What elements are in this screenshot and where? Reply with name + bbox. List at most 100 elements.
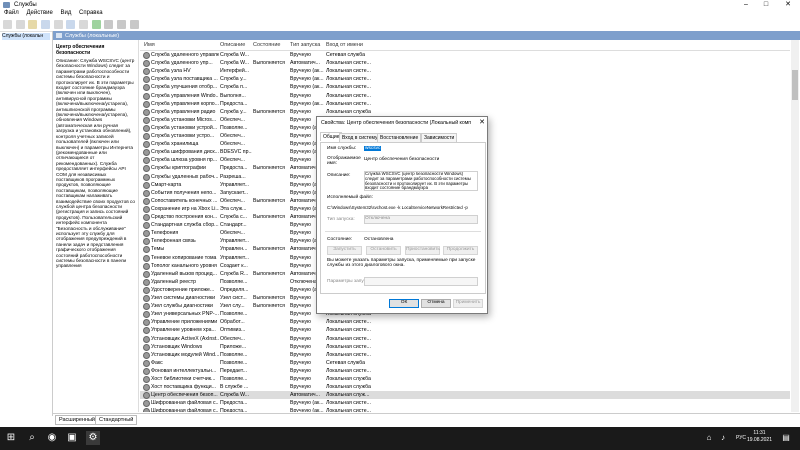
tab-logon[interactable]: Вход в систему — [339, 133, 381, 142]
tab-recovery[interactable]: Восстановление — [377, 133, 422, 142]
apply-button[interactable]: Применить — [453, 299, 483, 308]
help-icon[interactable] — [79, 20, 89, 29]
table-row[interactable]: Служба узла HV Интерфей... Вручную (ак... Л… — [140, 67, 790, 76]
minimize-button[interactable]: – — [738, 0, 754, 10]
service-gear-icon — [143, 335, 150, 343]
stop-service-icon[interactable] — [104, 20, 114, 29]
table-row[interactable]: Фоновая интеллектуальн... Передает... Вруч… — [140, 367, 790, 375]
description-box[interactable]: Служба WSCSVC (центр безопасности Window… — [364, 171, 478, 191]
table-row[interactable]: Установщик Windows Приложе... Вручную Локал… — [140, 343, 790, 351]
console-tree-icon[interactable] — [28, 20, 38, 29]
table-row[interactable]: Шифрованная файловая с... Предоста... Вруч… — [140, 407, 790, 412]
resume-button[interactable]: Продолжить — [443, 246, 478, 255]
search-icon[interactable]: ⌕ — [25, 431, 39, 445]
clock[interactable]: 11:31 19.08.2021 — [747, 430, 772, 444]
table-row[interactable]: Служба узла поставщика ... Служба у... Вру… — [140, 75, 790, 84]
service-name-value[interactable]: wscsvc — [364, 146, 382, 151]
cancel-button[interactable]: Отмена — [421, 299, 451, 308]
start-button[interactable]: Запустить — [327, 246, 362, 255]
status-label: Состояние: — [327, 237, 353, 242]
cell-name: Удаленный реестр — [151, 278, 197, 285]
table-row[interactable]: Установщик ActiveX (AxInst... Обеспеч... В… — [140, 335, 790, 343]
service-gear-icon — [143, 359, 150, 367]
export-icon[interactable] — [66, 20, 76, 29]
cell-logon: Локальная систе... — [326, 76, 371, 83]
startup-type-select[interactable]: Отключена — [364, 215, 478, 224]
table-row[interactable]: Управление уровнем хра... Оптимиз... Вручн… — [140, 326, 790, 335]
scrollbar-thumb[interactable] — [792, 70, 798, 100]
properties-icon[interactable] — [41, 20, 51, 29]
tab-dependencies[interactable]: Зависимости — [421, 133, 458, 142]
tab-extended[interactable]: Расширенный — [55, 415, 99, 425]
cell-startup: Вручную — [290, 343, 311, 350]
table-row[interactable]: Хост библиотеки счетчик... Позволяе... Вру… — [140, 375, 790, 383]
cell-name: Служба узла поставщика ... — [151, 76, 218, 83]
menu-file[interactable]: Файл — [4, 10, 19, 16]
col-logon-as[interactable]: Вход от имени — [326, 42, 363, 48]
tree-item-services-local[interactable]: Службы (локальн — [2, 33, 50, 40]
table-row[interactable]: Служба улучшения отобр... Служба п... Вруч… — [140, 83, 790, 92]
cell-logon: Локальная систе... — [326, 92, 371, 99]
cell-name: Установщик Windows — [151, 343, 203, 350]
refresh-icon[interactable] — [53, 20, 63, 29]
table-row[interactable]: Установщик модулей Wind... Позволяе... Вру… — [140, 351, 790, 359]
cell-status: Выполняется — [253, 270, 285, 277]
table-row[interactable]: Управление приложениями Обработ... Вручную… — [140, 318, 790, 327]
cell-startup: Автоматич... — [290, 392, 320, 399]
service-gear-icon — [143, 68, 150, 76]
start-service-icon[interactable] — [91, 20, 101, 29]
dialog-close-icon[interactable]: ✕ — [479, 118, 485, 126]
cell-startup: Вручную (ак... — [290, 76, 324, 83]
table-row[interactable]: Центр обеспечения безоп... Служба W... Авт… — [140, 391, 790, 400]
services-taskbar-icon[interactable]: ⚙ — [86, 431, 100, 445]
menu-action[interactable]: Действие — [26, 10, 52, 16]
language-indicator[interactable]: РУС — [736, 435, 746, 441]
col-startup-type[interactable]: Тип запуска — [290, 42, 320, 48]
params-input[interactable] — [364, 277, 478, 286]
table-row[interactable]: Служба удаленного упр... Служба W... Выпол… — [140, 59, 790, 68]
ok-button[interactable]: ОК — [389, 299, 419, 308]
service-gear-icon — [143, 246, 150, 254]
menu-help[interactable]: Справка — [79, 10, 103, 16]
table-row[interactable]: Служба удаленного управле... Служба W... В… — [140, 51, 790, 59]
col-status[interactable]: Состояние — [253, 42, 280, 48]
table-row[interactable]: Факс Позволяе... Вручную Сетевая служба — [140, 359, 790, 367]
pause-button[interactable]: Приостановить — [405, 246, 440, 255]
table-row[interactable]: Шифрованная файловая с... Предоста... Вруч… — [140, 399, 790, 408]
maximize-button[interactable]: □ — [758, 0, 774, 10]
task-view-icon[interactable]: ▣ — [65, 431, 79, 445]
notifications-icon[interactable]: ▤ — [779, 431, 793, 445]
service-gear-icon — [143, 367, 150, 375]
col-name[interactable]: Имя — [144, 42, 155, 48]
stop-button[interactable]: Остановить — [366, 246, 401, 255]
cell-description: Служба W... — [220, 392, 250, 399]
back-icon[interactable] — [3, 20, 12, 29]
col-description[interactable]: Описание — [220, 42, 245, 48]
clock-date: 19.08.2021 — [746, 437, 772, 443]
cell-description: Интерфей... — [220, 68, 250, 75]
table-row[interactable]: Служба управления радио Служба у... Выполн… — [140, 108, 790, 116]
chrome-icon[interactable]: ◉ — [45, 431, 59, 445]
table-row[interactable]: Хост поставщика функци... В службе ... Вру… — [140, 383, 790, 392]
cell-startup: Вручную — [290, 367, 311, 374]
cell-name: Стандартная служба сбор... — [151, 222, 219, 229]
menu-view[interactable]: Вид — [61, 10, 72, 16]
windows-start-icon[interactable]: ⊞ — [4, 431, 18, 445]
network-icon[interactable]: ⌂ — [702, 431, 716, 445]
table-row[interactable]: Служба управления Windo... Выполня... Вруч… — [140, 92, 790, 100]
cell-name: Установщик ActiveX (AxInst... — [151, 335, 219, 342]
cell-status: Выполняется — [253, 214, 285, 220]
volume-icon[interactable]: ♪ — [716, 431, 730, 445]
restart-service-icon[interactable] — [129, 20, 139, 29]
forward-icon[interactable] — [15, 20, 25, 29]
cell-name: Служба улучшения отобр... — [151, 84, 218, 91]
panel-header: Службы (локальные) — [53, 31, 800, 40]
cell-description: Обеспеч... — [220, 157, 245, 164]
cell-logon: Локальная систе... — [326, 351, 371, 358]
pause-service-icon[interactable] — [117, 20, 127, 29]
tab-standard[interactable]: Стандартный — [95, 415, 138, 425]
service-gear-icon — [143, 351, 150, 359]
table-row[interactable]: Служба управления корпо... Предоста... Вру… — [140, 100, 790, 108]
display-name-value: Центр обеспечения безопасности — [364, 157, 440, 162]
close-window-button[interactable]: ✕ — [780, 0, 796, 10]
